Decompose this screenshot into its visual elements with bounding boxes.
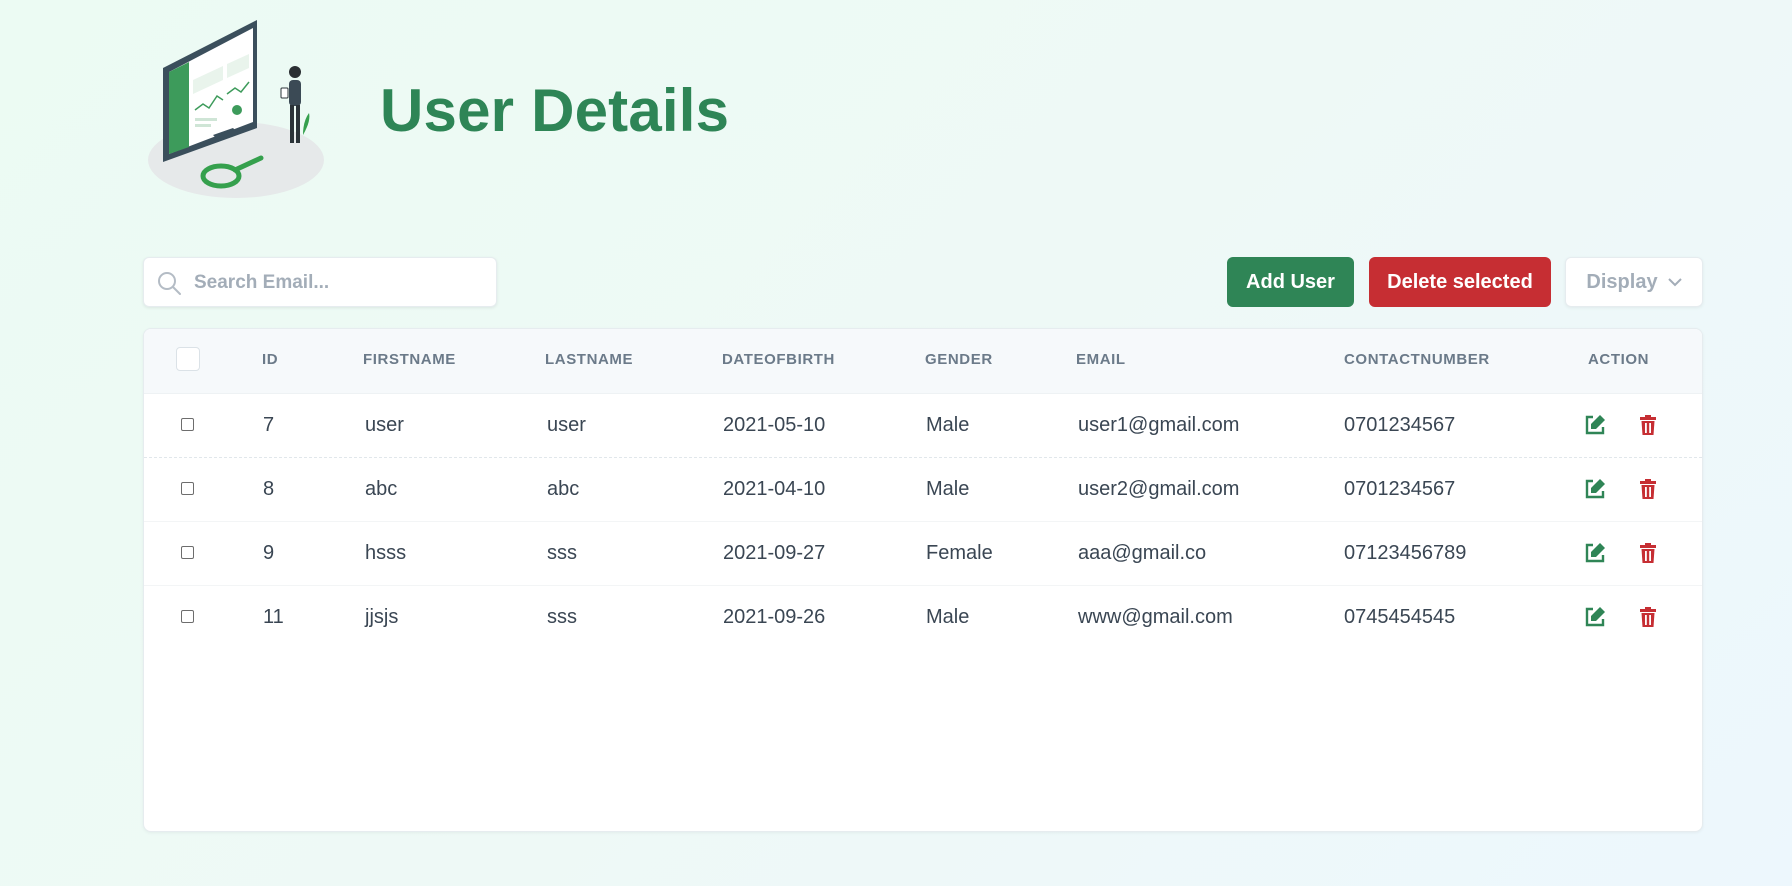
column-header-action: ACTION: [1588, 351, 1650, 368]
column-header-firstname[interactable]: FIRSTNAME: [363, 351, 456, 368]
search-input[interactable]: [192, 268, 486, 298]
cell-email: user1@gmail.com: [1078, 414, 1240, 436]
cell-email: www@gmail.com: [1078, 606, 1233, 628]
cell-lastname: sss: [547, 606, 577, 628]
cell-dateofbirth: 2021-04-10: [723, 478, 826, 500]
dashboard-illustration: [148, 20, 324, 198]
column-header-lastname[interactable]: LASTNAME: [545, 351, 633, 368]
table-row: 7 user user 2021-05-10 Male user1@gmail.…: [144, 394, 1702, 458]
table-row: 8 abc abc 2021-04-10 Male user2@gmail.co…: [144, 458, 1702, 522]
chevron-down-icon: [1667, 278, 1682, 287]
hero-header: User Details: [143, 10, 1043, 200]
select-all-checkbox[interactable]: [176, 347, 200, 371]
users-table: ID FIRSTNAME LASTNAME DATEOFBIRTH GENDER…: [143, 328, 1703, 832]
column-header-dateofbirth[interactable]: DATEOFBIRTH: [722, 351, 835, 368]
cell-dateofbirth: 2021-09-26: [723, 606, 826, 628]
cell-lastname: sss: [547, 542, 577, 564]
cell-firstname: jjsjs: [365, 606, 399, 628]
cell-gender: Male: [926, 606, 970, 628]
edit-icon[interactable]: [1583, 477, 1607, 501]
display-label: Display: [1586, 270, 1658, 293]
search-icon: [158, 272, 181, 295]
cell-contactnumber: 0701234567: [1344, 478, 1456, 500]
cell-id: 8: [263, 478, 275, 500]
cell-firstname: user: [365, 414, 404, 436]
cell-lastname: abc: [547, 478, 580, 500]
edit-icon[interactable]: [1583, 413, 1607, 437]
cell-firstname: abc: [365, 478, 398, 500]
cell-firstname: hsss: [365, 542, 407, 564]
cell-gender: Male: [926, 478, 970, 500]
table-row: 9 hsss sss 2021-09-27 Female aaa@gmail.c…: [144, 522, 1702, 586]
column-header-contactnumber[interactable]: CONTACTNUMBER: [1344, 351, 1490, 368]
cell-contactnumber: 0745454545: [1344, 606, 1456, 628]
column-header-id[interactable]: ID: [262, 351, 278, 368]
table-header: ID FIRSTNAME LASTNAME DATEOFBIRTH GENDER…: [144, 329, 1702, 394]
cell-id: 9: [263, 542, 275, 564]
row-checkbox[interactable]: [181, 546, 194, 559]
cell-id: 11: [263, 606, 284, 628]
cell-id: 7: [263, 414, 275, 436]
edit-icon[interactable]: [1583, 541, 1607, 565]
page-title: User Details: [380, 77, 730, 144]
search-box[interactable]: [143, 257, 497, 307]
cell-email: aaa@gmail.co: [1078, 542, 1207, 564]
add-user-button[interactable]: Add User: [1227, 257, 1354, 307]
cell-lastname: user: [547, 414, 586, 436]
cell-contactnumber: 0701234567: [1344, 414, 1456, 436]
column-header-gender[interactable]: GENDER: [925, 351, 993, 368]
delete-selected-button[interactable]: Delete selected: [1369, 257, 1551, 307]
cell-dateofbirth: 2021-09-27: [723, 542, 826, 564]
cell-gender: Female: [926, 542, 993, 564]
cell-gender: Male: [926, 414, 970, 436]
row-checkbox[interactable]: [181, 610, 194, 623]
row-checkbox[interactable]: [181, 482, 194, 495]
display-dropdown[interactable]: Display: [1565, 257, 1703, 307]
trash-icon[interactable]: [1636, 605, 1660, 629]
row-checkbox[interactable]: [181, 418, 194, 431]
cell-email: user2@gmail.com: [1078, 478, 1240, 500]
trash-icon[interactable]: [1636, 413, 1660, 437]
trash-icon[interactable]: [1636, 541, 1660, 565]
edit-icon[interactable]: [1583, 605, 1607, 629]
cell-contactnumber: 07123456789: [1344, 542, 1467, 564]
trash-icon[interactable]: [1636, 477, 1660, 501]
cell-dateofbirth: 2021-05-10: [723, 414, 826, 436]
column-header-email[interactable]: EMAIL: [1076, 351, 1126, 368]
table-row: 11 jjsjs sss 2021-09-26 Male www@gmail.c…: [144, 586, 1702, 649]
